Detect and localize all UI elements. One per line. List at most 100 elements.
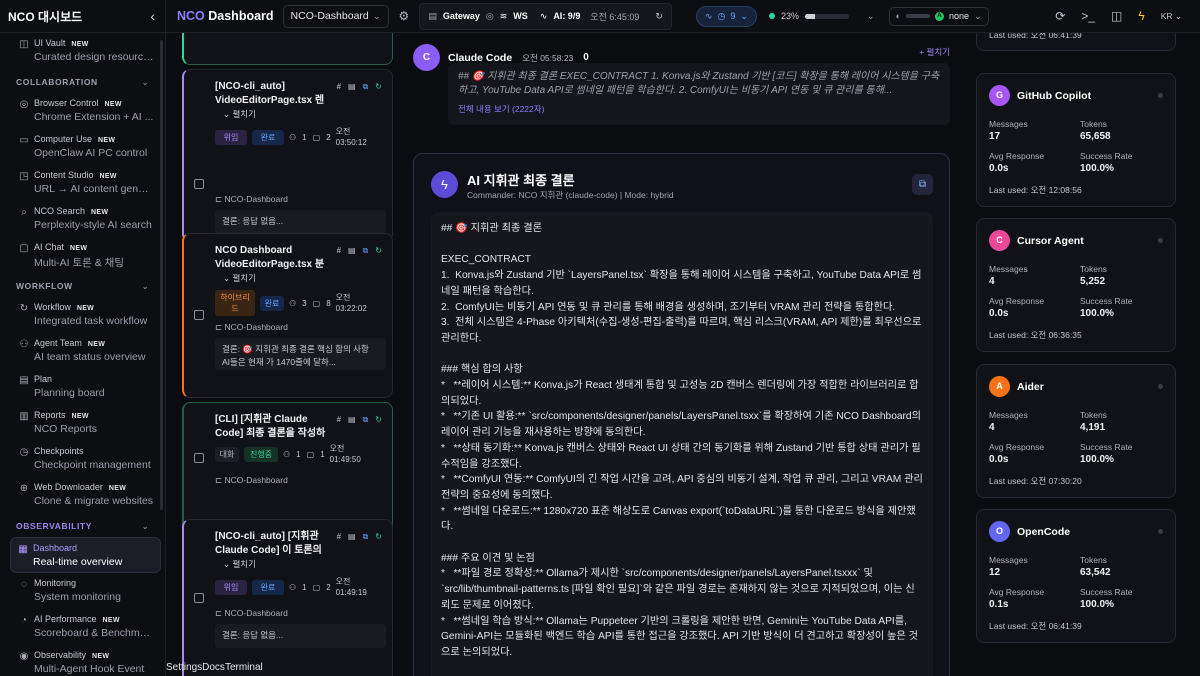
agent-card[interactable]: O OpenCode Messages 12 Tokens 63,542 Avg Respo… [976, 509, 1176, 643]
message-count: 1 [320, 449, 325, 459]
sidebar-item-browser-control[interactable]: ◎ Browser Control NEW Chrome Extension + AI… [12, 93, 165, 129]
language-select[interactable]: KR ⌄ [1161, 11, 1182, 22]
sidebar-item-label: Web Downloader [34, 482, 103, 492]
docs-link[interactable]: Docs [202, 662, 225, 673]
sidebar-item-text: Browser Control NEW Chrome Extension + AI … [34, 98, 154, 123]
show-full-link[interactable]: 전체 내용 보기 (2222자) [458, 103, 940, 115]
session-time: 오전 01:49:19 [335, 577, 367, 597]
sidebar-item-plan[interactable]: ▤ Plan Planning board [12, 369, 165, 405]
section-header-workflow[interactable]: WORKFLOW ⌄ [12, 273, 165, 297]
sidebar-item-computer-use[interactable]: ▭ Computer Use NEW OpenClaw AI PC control [12, 129, 165, 165]
sidebar-item-ai-chat[interactable]: ▢ AI Chat NEW Multi-AI 토론 & 채팅 [12, 237, 165, 273]
copy-icon[interactable]: ⧉ [363, 82, 369, 92]
sidebar-item-desc: Checkpoint management [34, 459, 151, 471]
agent-card[interactable]: C Cursor Agent Messages 4 Tokens 5,252 Avg Res… [976, 218, 1176, 352]
stat-success-rate: Success Rate 100.0% [1080, 442, 1169, 465]
agent-name: Aider [1017, 380, 1044, 393]
model-select[interactable]: ◐ A none ⌄ [888, 6, 989, 26]
settings-link[interactable]: Settings [166, 662, 202, 673]
collapse-sidebar-icon[interactable]: ‹ [150, 8, 155, 24]
sidebar-nav: ◫ UI Vault NEW Curated design resources COLL… [0, 33, 165, 676]
sidebar-item-workflow[interactable]: ↻ Workflow NEW Integrated task workflow [12, 297, 165, 333]
expand-toggle[interactable]: ⌄ 펼치기 [223, 272, 256, 284]
sync-icon[interactable]: ⟳ [1055, 9, 1065, 23]
stat-value: 0.1s [989, 599, 1009, 610]
activity-count: 9 [730, 11, 736, 21]
copy-icon[interactable]: ⧉ [363, 415, 369, 425]
retry-icon[interactable]: ↻ [375, 415, 382, 425]
retry-icon[interactable]: ↻ [375, 82, 382, 92]
terminal-link[interactable]: Terminal [225, 662, 263, 673]
sidebar-item-agent-team[interactable]: ⚇ Agent Team NEW AI team status overview [12, 333, 165, 369]
sidebar-scrollbar[interactable] [160, 40, 163, 510]
project-select[interactable]: NCO-Dashboard ⌄ [282, 4, 389, 28]
hash-icon[interactable]: # [337, 532, 341, 542]
agent-last-used: Last used: 오전 07:30:20 [989, 476, 1082, 486]
session-card[interactable]: NCO Dashboard VideoEditorPage.tsx 분석 및 최… [182, 233, 393, 398]
sidebar-item-text: AI Performance NEW Scoreboard & Benchmar..… [34, 614, 154, 639]
gear-icon[interactable]: ⚙ [399, 9, 410, 23]
hash-icon[interactable]: # [337, 82, 341, 92]
sidebar-item-observability[interactable]: ◉ Observability NEW Multi-Agent Hook Event [12, 645, 165, 676]
session-checkbox[interactable] [194, 179, 204, 189]
sidebar-item-dashboard[interactable]: ▦ Dashboard Real-time overview [10, 537, 161, 573]
document-icon[interactable]: ▤ [348, 82, 356, 92]
sidebar-item-nco-search[interactable]: ⌕ NCO Search NEW Perplexity-style AI search [12, 201, 165, 237]
refresh-icon[interactable]: ↻ [655, 11, 663, 22]
sidebar-item-ai-performance[interactable]: ◔ AI Performance NEW Scoreboard & Benchmar.… [12, 609, 165, 645]
stat-value: 100.0% [1080, 599, 1114, 610]
sidebar-item-checkpoints[interactable]: ◷ Checkpoints Checkpoint management [12, 441, 165, 477]
session-checkbox[interactable] [194, 310, 204, 320]
sidebar-item-label: Dashboard [33, 543, 78, 553]
copy-icon[interactable]: ⧉ [363, 532, 369, 542]
expand-toggle[interactable]: ⌄ 펼치기 [223, 558, 256, 570]
section-header-observability[interactable]: OBSERVABILITY ⌄ [12, 513, 165, 537]
sidebar-item-text: Monitoring System monitoring [34, 578, 154, 603]
sidebar-item-title: Checkpoints [34, 446, 154, 456]
retry-icon[interactable]: ↻ [375, 246, 382, 256]
copy-icon[interactable]: ⧉ [363, 246, 369, 256]
session-checkbox[interactable] [194, 593, 204, 603]
activity-pill[interactable]: ∿ ◷ 9 ⌄ [695, 5, 757, 27]
sidebar-item-desc: AI team status overview [34, 351, 146, 363]
hash-icon[interactable]: # [337, 246, 341, 256]
session-card[interactable]: [NCO-cli_auto] [지휘관 Claude Code] 이 토론의 최… [182, 519, 393, 676]
sidebar-item-content-studio[interactable]: ◳ Content Studio NEW URL → AI content gener… [12, 165, 165, 201]
check-circle-icon: ◎ [485, 10, 494, 21]
agent-name: GitHub Copilot [1017, 89, 1092, 102]
document-icon[interactable]: ▤ [348, 246, 356, 256]
stat-messages: Messages 4 [989, 264, 1080, 287]
terminal-icon[interactable]: >_ [1081, 9, 1095, 23]
sidebar-item-reports[interactable]: ▥ Reports NEW NCO Reports [12, 405, 165, 441]
sidebar-item-monitoring[interactable]: ◌ Monitoring System monitoring [12, 573, 165, 609]
sidebar-item-label: Agent Team [34, 338, 82, 348]
expand-button[interactable]: + 펼치기 [919, 46, 950, 58]
bolt-icon[interactable]: ϟ [1138, 9, 1144, 23]
stat-value: 12 [989, 567, 1001, 578]
document-icon[interactable]: ▤ [348, 415, 356, 425]
agent-card[interactable]: G GitHub Copilot Messages 17 Tokens 65,658 Avg… [976, 73, 1176, 207]
section-header-collaboration[interactable]: COLLABORATION ⌄ [12, 69, 165, 93]
sidebar-item-title: Workflow NEW [34, 302, 154, 312]
sidebar-item-desc: Curated design resources [34, 51, 154, 63]
chevron-down-icon[interactable]: ⌄ [867, 11, 875, 22]
expand-toggle[interactable]: ⌄ 펼치기 [223, 108, 256, 120]
verdict-text: ## 🎯 지휘관 최종 결론 EXEC_CONTRACT 1. Konva.js… [441, 223, 923, 658]
chevron-down-icon: ⌄ [141, 77, 149, 87]
session-card[interactable]: [NCO-cli_auto] VideoEditorPage.tsx 렌더링 성… [182, 69, 393, 242]
retry-icon[interactable]: ↻ [375, 532, 382, 542]
hash-icon[interactable]: # [337, 415, 341, 425]
layout-icon[interactable]: ◫ [1111, 9, 1122, 23]
download-icon: ⊕ [19, 483, 29, 494]
document-icon[interactable]: ▤ [348, 532, 356, 542]
copy-icon[interactable]: ⧉ [912, 174, 933, 195]
session-checkbox[interactable] [194, 453, 204, 463]
sidebar-item-web-downloader[interactable]: ⊕ Web Downloader NEW Clone & migrate websit… [12, 477, 165, 513]
agent-card[interactable]: A Aider Messages 4 Tokens 4,191 Avg Response 0.… [976, 364, 1176, 498]
session-meta: ⚇ 3 ▢ 8 [289, 299, 331, 308]
column-gutter [166, 33, 180, 676]
sidebar-item-ui-vault[interactable]: ◫ UI Vault NEW Curated design resources [12, 33, 165, 69]
model-bar-icon [905, 14, 930, 18]
session-card-partial[interactable] [182, 33, 393, 65]
sidebar-item-text: Agent Team NEW AI team status overview [34, 338, 154, 363]
